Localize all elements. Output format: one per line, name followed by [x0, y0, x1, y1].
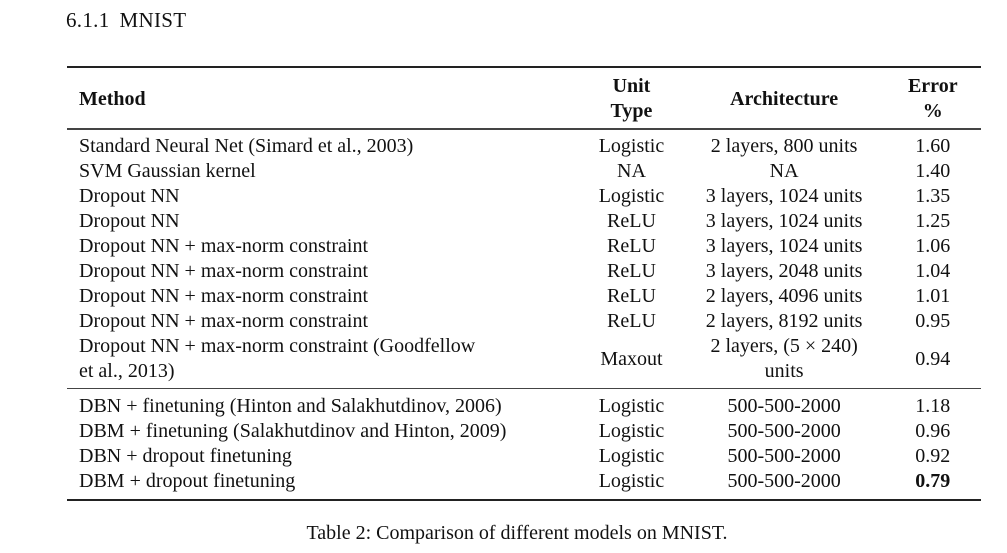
table-row: DBM + dropout finetuning Logistic 500-500-… — [67, 469, 981, 501]
cell-architecture: NA — [769, 160, 799, 182]
table-row: DBM + finetuning (Salakhutdinov and Hint… — [67, 419, 981, 444]
section-title: MNIST — [119, 8, 187, 32]
cell-method: DBN + finetuning (Hinton and Salakhutdin… — [67, 388, 580, 419]
table-row: Dropout NN + max-norm constraint (Goodfe… — [67, 334, 981, 389]
cell-architecture: 2 layers, 4096 units — [705, 285, 863, 307]
cell-unit-type: ReLU — [607, 285, 656, 307]
header-architecture: Architecture — [683, 66, 885, 129]
cell-method: Dropout NN + max-norm constraint — [79, 260, 369, 282]
cell-error: 1.35 — [915, 185, 951, 207]
table-row: Dropout NN + max-norm constraint ReLU 2 la… — [67, 309, 981, 334]
cell-method: Standard Neural Net (Simard et al., 2003… — [67, 128, 580, 159]
cell-unit-type: Maxout — [600, 347, 663, 370]
cell-error: 0.94 — [915, 347, 951, 370]
cell-error: 1.01 — [915, 285, 951, 307]
cell-error: 1.06 — [915, 235, 951, 257]
table-row: DBN + dropout finetuning Logistic 500-500-… — [67, 444, 981, 469]
cell-error: 1.25 — [915, 210, 951, 232]
table-row: Dropout NN + max-norm constraint ReLU 2 la… — [67, 284, 981, 309]
cell-method: DBM + finetuning (Salakhutdinov and Hint… — [79, 420, 507, 442]
section-heading: 6.1.1 MNIST — [66, 8, 186, 33]
cell-unit-type: Logistic — [579, 128, 684, 159]
cell-method: SVM Gaussian kernel — [79, 160, 256, 182]
cell-architecture: 3 layers, 1024 units — [705, 210, 863, 232]
cell-unit-type: Logistic — [579, 388, 684, 419]
cell-unit-type: Logistic — [579, 469, 684, 501]
table-row: Dropout NN ReLU 3 layers, 1024 units 1.25 — [67, 209, 981, 234]
header-unit-type: Unit Type — [579, 66, 684, 129]
header-unit-line2: Type — [610, 100, 653, 122]
section-number: 6.1.1 — [66, 8, 110, 32]
cell-error: 0.79 — [884, 469, 981, 501]
cell-architecture: 3 layers, 2048 units — [705, 260, 863, 282]
cell-error: 1.18 — [884, 388, 981, 419]
cell-error: 1.60 — [884, 128, 981, 159]
header-method: Method — [67, 66, 580, 129]
cell-method-line: et al., 2013) — [79, 360, 175, 382]
results-table: Method Unit Type Architecture Error % St… — [67, 66, 981, 501]
table-row: Dropout NN + max-norm constraint ReLU 3 la… — [67, 234, 981, 259]
cell-architecture: 500-500-2000 — [683, 469, 885, 501]
cell-error: 0.95 — [915, 310, 951, 332]
cell-architecture-line: 2 layers, (5 × 240) — [710, 335, 858, 357]
header-error-line2: % — [922, 100, 943, 122]
cell-architecture: 500-500-2000 — [727, 445, 841, 467]
cell-architecture: 500-500-2000 — [727, 420, 841, 442]
table-row: SVM Gaussian kernel NA NA 1.40 — [67, 159, 981, 184]
cell-architecture: 2 layers, 800 units — [683, 128, 885, 159]
cell-method: DBM + dropout finetuning — [67, 469, 580, 501]
cell-unit-type: NA — [617, 160, 646, 182]
cell-architecture: 500-500-2000 — [683, 388, 885, 419]
cell-unit-type: ReLU — [607, 310, 656, 332]
cell-unit-type: Logistic — [598, 420, 665, 442]
table-caption: Table 2: Comparison of different models … — [306, 522, 728, 544]
cell-architecture: 3 layers, 1024 units — [705, 185, 863, 207]
cell-error: 0.96 — [915, 420, 951, 442]
cell-method: Dropout NN + max-norm constraint — [79, 235, 369, 257]
cell-error: 1.04 — [915, 260, 951, 282]
table-row: Standard Neural Net (Simard et al., 2003… — [67, 128, 981, 159]
cell-method: Dropout NN — [79, 210, 180, 232]
cell-unit-type: ReLU — [607, 260, 656, 282]
table-row: Dropout NN Logistic 3 layers, 1024 units 1.… — [67, 184, 981, 209]
cell-method: Dropout NN — [79, 185, 180, 207]
table-group-dropout: Standard Neural Net (Simard et al., 2003… — [67, 128, 981, 389]
table-row: Dropout NN + max-norm constraint ReLU 3 la… — [67, 259, 981, 284]
header-error: Error % — [884, 66, 981, 129]
cell-method: DBN + dropout finetuning — [79, 445, 292, 467]
cell-architecture-line: units — [764, 360, 804, 382]
table-row: DBN + finetuning (Hinton and Salakhutdin… — [67, 388, 981, 419]
cell-unit-type: ReLU — [607, 235, 656, 257]
cell-architecture: 2 layers, 8192 units — [705, 310, 863, 332]
table-header-row: Method Unit Type Architecture Error % — [67, 66, 981, 129]
cell-error: 0.92 — [915, 445, 951, 467]
header-unit-line1: Unit — [612, 75, 651, 97]
cell-method: Dropout NN + max-norm constraint — [79, 285, 369, 307]
table-group-dbn: DBN + finetuning (Hinton and Salakhutdin… — [67, 388, 981, 501]
header-error-line1: Error — [907, 75, 958, 97]
cell-architecture: 2 layers, (5 × 240) units — [684, 334, 885, 389]
cell-unit-type: Logistic — [598, 185, 665, 207]
cell-unit-type: ReLU — [607, 210, 656, 232]
cell-method: Dropout NN + max-norm constraint (Goodfe… — [67, 334, 579, 389]
cell-error: 1.40 — [915, 160, 951, 182]
cell-method-line: Dropout NN + max-norm constraint (Goodfe… — [79, 335, 476, 357]
cell-unit-type: Logistic — [598, 445, 665, 467]
cell-architecture: 3 layers, 1024 units — [705, 235, 863, 257]
cell-method: Dropout NN + max-norm constraint — [79, 310, 369, 332]
